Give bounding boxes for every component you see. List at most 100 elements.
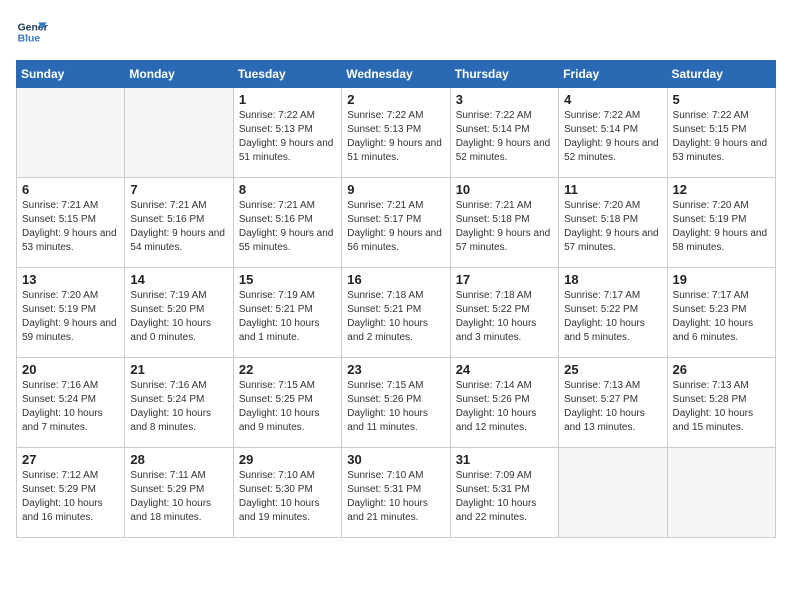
calendar-cell: 23Sunrise: 7:15 AM Sunset: 5:26 PM Dayli… [342, 358, 450, 448]
calendar-cell: 9 Sunrise: 7:21 AM Sunset: 5:17 PM Daylig… [342, 178, 450, 268]
day-number: 19 [673, 272, 770, 287]
day-number: 24 [456, 362, 553, 377]
calendar-cell: 10 Sunrise: 7:21 AM Sunset: 5:18 PM Dayli… [450, 178, 558, 268]
day-content: Sunrise: 7:14 AM Sunset: 5:26 PM Dayligh… [456, 379, 553, 435]
day-content: Sunrise: 7:20 AM Sunset: 5:18 PM Dayligh… [564, 199, 661, 255]
day-number: 5 [673, 92, 770, 107]
day-content: Sunrise: 7:13 AM Sunset: 5:27 PM Dayligh… [564, 379, 661, 435]
day-content: Sunrise: 7:22 AM Sunset: 5:14 PM Dayligh… [564, 109, 661, 165]
day-number: 3 [456, 92, 553, 107]
column-header-saturday: Saturday [667, 61, 775, 88]
calendar-cell: 30 Sunrise: 7:10 AM Sunset: 5:31 PM Dayli… [342, 448, 450, 538]
calendar-cell: 2 Sunrise: 7:22 AM Sunset: 5:13 PM Daylig… [342, 88, 450, 178]
day-content: Sunrise: 7:22 AM Sunset: 5:13 PM Dayligh… [239, 109, 336, 165]
day-number: 26 [673, 362, 770, 377]
calendar-week-4: 20 Sunrise: 7:16 AM Sunset: 5:24 PM Dayli… [17, 358, 776, 448]
calendar-week-5: 27 Sunrise: 7:12 AM Sunset: 5:29 PM Dayli… [17, 448, 776, 538]
calendar-cell: 17Sunrise: 7:18 AM Sunset: 5:22 PM Dayli… [450, 268, 558, 358]
day-number: 6 [22, 182, 119, 197]
calendar-cell: 12 Sunrise: 7:20 AM Sunset: 5:19 PM Dayli… [667, 178, 775, 268]
day-content: Sunrise: 7:19 AM Sunset: 5:20 PM Dayligh… [130, 289, 227, 345]
day-number: 15 [239, 272, 336, 287]
column-header-sunday: Sunday [17, 61, 125, 88]
calendar-table: SundayMondayTuesdayWednesdayThursdayFrid… [16, 60, 776, 538]
day-content: Sunrise: 7:22 AM Sunset: 5:13 PM Dayligh… [347, 109, 444, 165]
day-content: Sunrise: 7:21 AM Sunset: 5:16 PM Dayligh… [239, 199, 336, 255]
svg-text:Blue: Blue [18, 34, 41, 45]
day-content: Sunrise: 7:20 AM Sunset: 5:19 PM Dayligh… [22, 289, 119, 345]
calendar-cell: 4 Sunrise: 7:22 AM Sunset: 5:14 PM Daylig… [559, 88, 667, 178]
day-number: 8 [239, 182, 336, 197]
day-number: 9 [347, 182, 444, 197]
day-content: Sunrise: 7:21 AM Sunset: 5:15 PM Dayligh… [22, 199, 119, 255]
day-content: Sunrise: 7:16 AM Sunset: 5:24 PM Dayligh… [22, 379, 119, 435]
calendar-week-2: 6 Sunrise: 7:21 AM Sunset: 5:15 PM Daylig… [17, 178, 776, 268]
calendar-cell: 22Sunrise: 7:15 AM Sunset: 5:25 PM Dayli… [233, 358, 341, 448]
day-number: 25 [564, 362, 661, 377]
day-number: 22 [239, 362, 336, 377]
day-content: Sunrise: 7:17 AM Sunset: 5:22 PM Dayligh… [564, 289, 661, 345]
day-number: 16 [347, 272, 444, 287]
calendar-cell: 11 Sunrise: 7:20 AM Sunset: 5:18 PM Dayli… [559, 178, 667, 268]
calendar-cell: 28Sunrise: 7:11 AM Sunset: 5:29 PM Dayli… [125, 448, 233, 538]
day-content: Sunrise: 7:18 AM Sunset: 5:22 PM Dayligh… [456, 289, 553, 345]
day-number: 20 [22, 362, 119, 377]
column-header-thursday: Thursday [450, 61, 558, 88]
day-content: Sunrise: 7:17 AM Sunset: 5:23 PM Dayligh… [673, 289, 770, 345]
day-content: Sunrise: 7:13 AM Sunset: 5:28 PM Dayligh… [673, 379, 770, 435]
calendar-cell: 7 Sunrise: 7:21 AM Sunset: 5:16 PM Daylig… [125, 178, 233, 268]
day-content: Sunrise: 7:12 AM Sunset: 5:29 PM Dayligh… [22, 469, 119, 525]
day-number: 30 [347, 452, 444, 467]
page-header: General Blue [16, 16, 776, 48]
day-number: 18 [564, 272, 661, 287]
day-content: Sunrise: 7:10 AM Sunset: 5:30 PM Dayligh… [239, 469, 336, 525]
column-header-wednesday: Wednesday [342, 61, 450, 88]
day-content: Sunrise: 7:10 AM Sunset: 5:31 PM Dayligh… [347, 469, 444, 525]
logo: General Blue [16, 16, 52, 48]
day-content: Sunrise: 7:21 AM Sunset: 5:16 PM Dayligh… [130, 199, 227, 255]
day-number: 11 [564, 182, 661, 197]
calendar-cell: 25 Sunrise: 7:13 AM Sunset: 5:27 PM Dayli… [559, 358, 667, 448]
day-content: Sunrise: 7:19 AM Sunset: 5:21 PM Dayligh… [239, 289, 336, 345]
column-header-tuesday: Tuesday [233, 61, 341, 88]
day-number: 27 [22, 452, 119, 467]
column-header-monday: Monday [125, 61, 233, 88]
calendar-cell: 14 Sunrise: 7:19 AM Sunset: 5:20 PM Dayli… [125, 268, 233, 358]
day-number: 12 [673, 182, 770, 197]
day-number: 29 [239, 452, 336, 467]
calendar-header-row: SundayMondayTuesdayWednesdayThursdayFrid… [17, 61, 776, 88]
calendar-cell: 20 Sunrise: 7:16 AM Sunset: 5:24 PM Dayli… [17, 358, 125, 448]
calendar-cell [17, 88, 125, 178]
day-number: 2 [347, 92, 444, 107]
day-number: 10 [456, 182, 553, 197]
calendar-cell: 15 Sunrise: 7:19 AM Sunset: 5:21 PM Dayli… [233, 268, 341, 358]
day-number: 7 [130, 182, 227, 197]
day-content: Sunrise: 7:16 AM Sunset: 5:24 PM Dayligh… [130, 379, 227, 435]
calendar-cell: 8 Sunrise: 7:21 AM Sunset: 5:16 PM Daylig… [233, 178, 341, 268]
calendar-cell: 3 Sunrise: 7:22 AM Sunset: 5:14 PM Daylig… [450, 88, 558, 178]
day-content: Sunrise: 7:09 AM Sunset: 5:31 PM Dayligh… [456, 469, 553, 525]
day-content: Sunrise: 7:18 AM Sunset: 5:21 PM Dayligh… [347, 289, 444, 345]
calendar-cell [667, 448, 775, 538]
calendar-cell: 24 Sunrise: 7:14 AM Sunset: 5:26 PM Dayli… [450, 358, 558, 448]
calendar-cell [559, 448, 667, 538]
day-number: 31 [456, 452, 553, 467]
column-header-friday: Friday [559, 61, 667, 88]
calendar-cell: 1Sunrise: 7:22 AM Sunset: 5:13 PM Daylig… [233, 88, 341, 178]
calendar-cell: 26 Sunrise: 7:13 AM Sunset: 5:28 PM Dayli… [667, 358, 775, 448]
day-number: 28 [130, 452, 227, 467]
calendar-week-3: 13 Sunrise: 7:20 AM Sunset: 5:19 PM Dayli… [17, 268, 776, 358]
day-number: 14 [130, 272, 227, 287]
calendar-cell: 18 Sunrise: 7:17 AM Sunset: 5:22 PM Dayli… [559, 268, 667, 358]
calendar-cell: 27 Sunrise: 7:12 AM Sunset: 5:29 PM Dayli… [17, 448, 125, 538]
day-number: 4 [564, 92, 661, 107]
day-content: Sunrise: 7:21 AM Sunset: 5:17 PM Dayligh… [347, 199, 444, 255]
day-content: Sunrise: 7:20 AM Sunset: 5:19 PM Dayligh… [673, 199, 770, 255]
calendar-cell: 19 Sunrise: 7:17 AM Sunset: 5:23 PM Dayli… [667, 268, 775, 358]
calendar-cell: 21Sunrise: 7:16 AM Sunset: 5:24 PM Dayli… [125, 358, 233, 448]
calendar-cell: 29 Sunrise: 7:10 AM Sunset: 5:30 PM Dayli… [233, 448, 341, 538]
day-number: 13 [22, 272, 119, 287]
day-content: Sunrise: 7:22 AM Sunset: 5:14 PM Dayligh… [456, 109, 553, 165]
day-content: Sunrise: 7:21 AM Sunset: 5:18 PM Dayligh… [456, 199, 553, 255]
calendar-cell: 31 Sunrise: 7:09 AM Sunset: 5:31 PM Dayli… [450, 448, 558, 538]
